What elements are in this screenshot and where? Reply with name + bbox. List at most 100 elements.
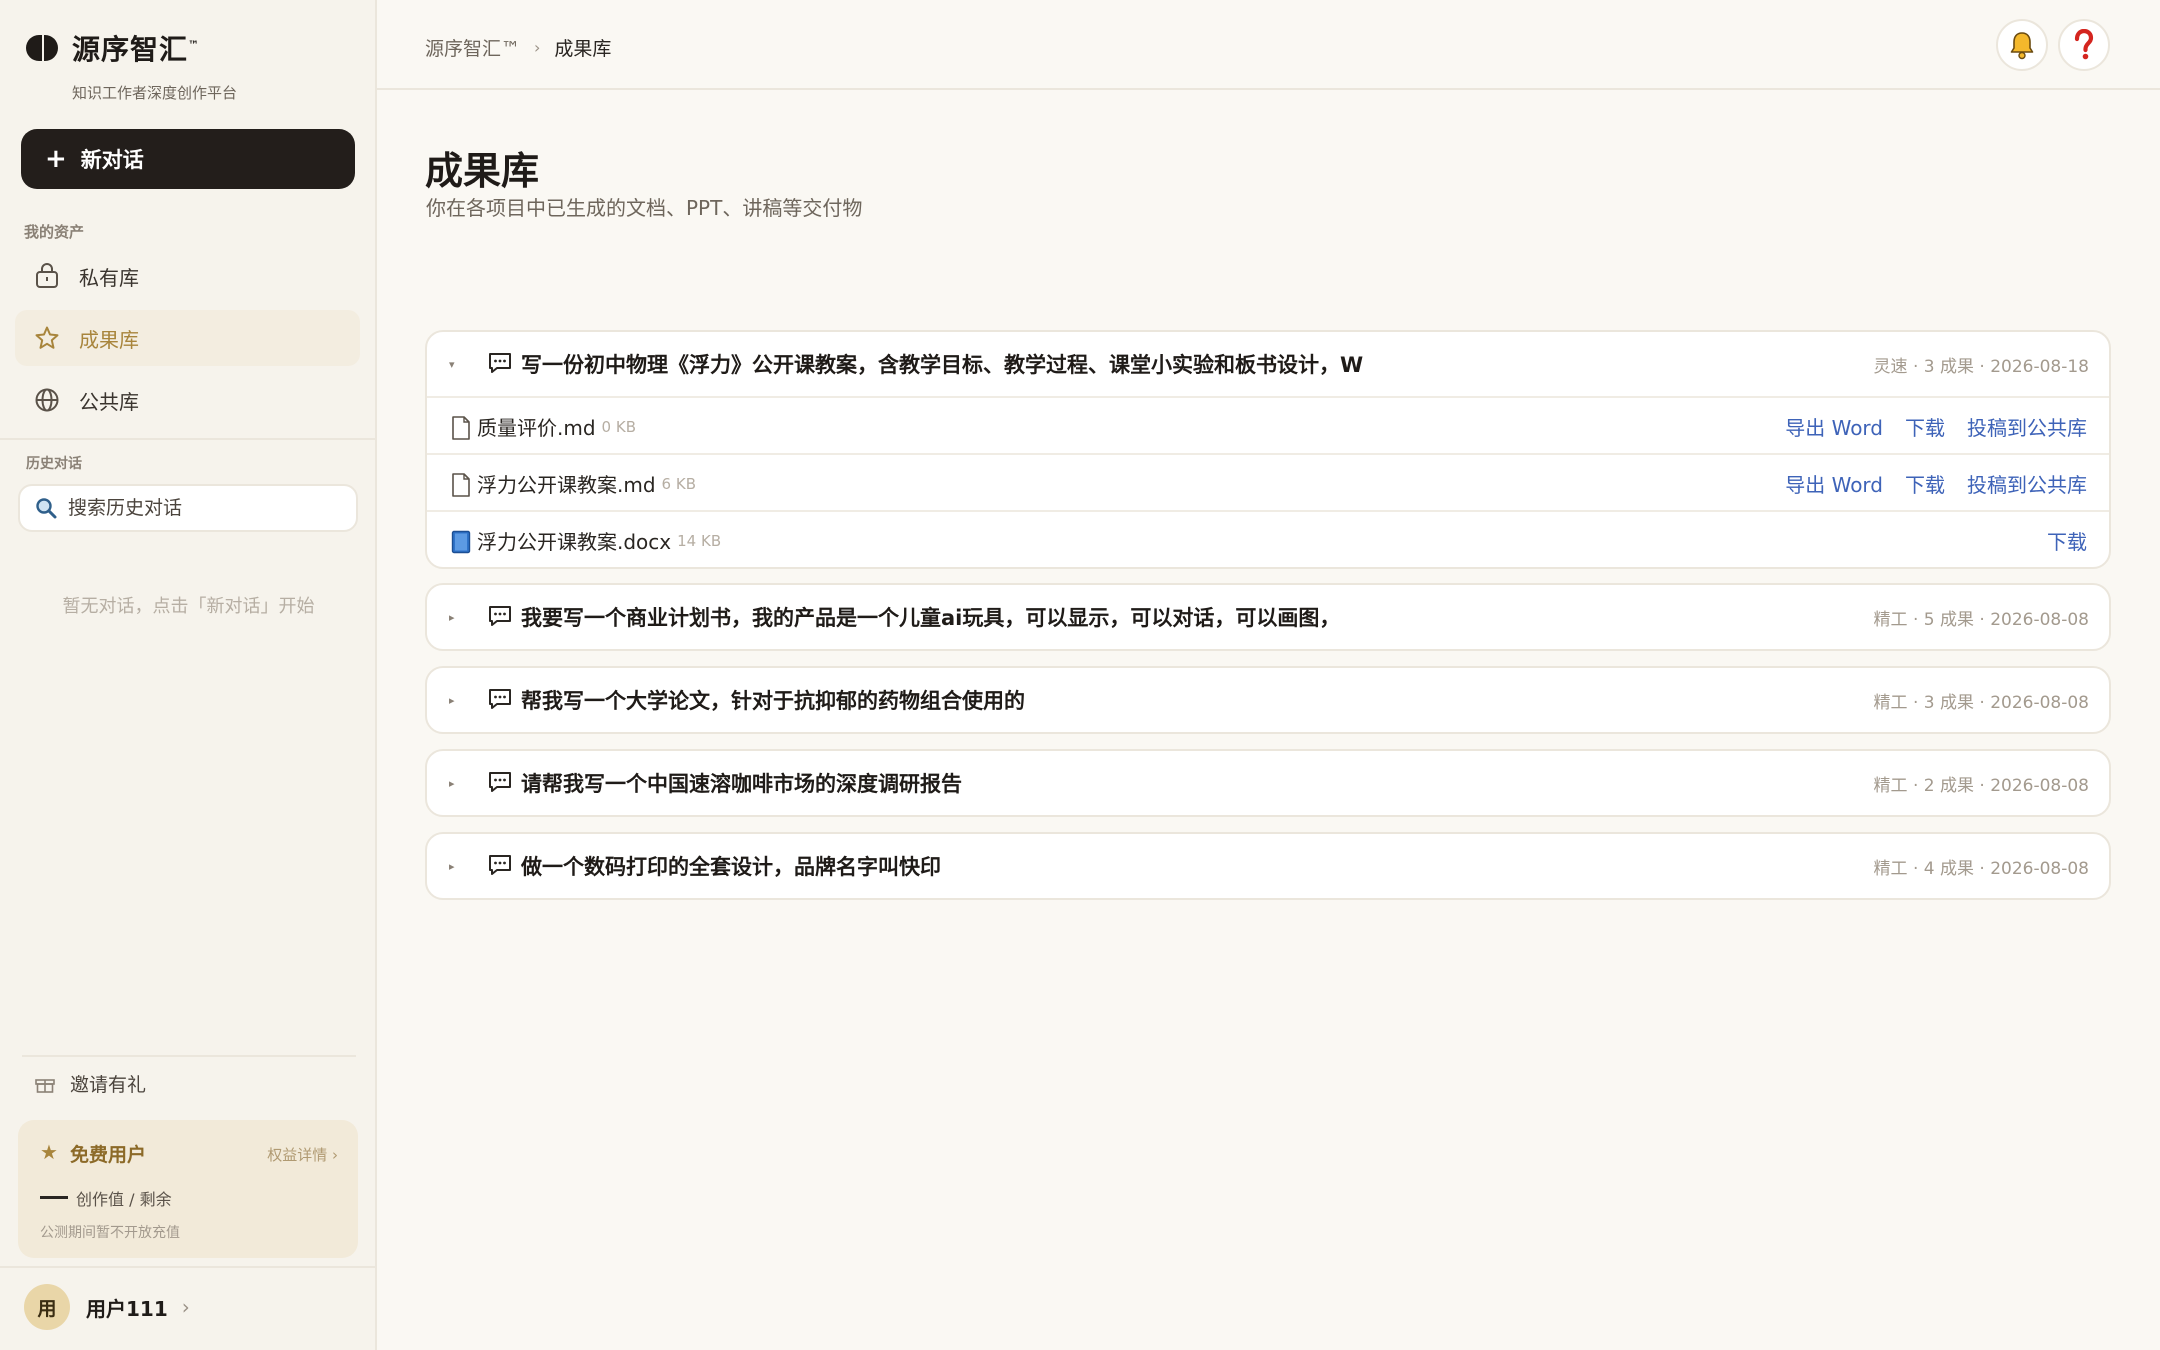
breadcrumb: 源序智汇™ › 成果库: [425, 34, 611, 61]
plan-star-icon: ★: [40, 1140, 58, 1164]
file-size: 14 KB: [677, 531, 722, 550]
export-word-link[interactable]: 导出 Word: [1785, 469, 1883, 498]
word-document-icon: [451, 530, 471, 554]
star-icon: [33, 324, 61, 352]
project-card: ▸ 我要写一个商业计划书，我的产品是一个儿童ai玩具，可以显示，可以对话，可以画…: [425, 583, 2111, 651]
breadcrumb-separator: ›: [534, 38, 541, 57]
project-header[interactable]: ▸ 做一个数码打印的全套设计，品牌名字叫快印 精工 · 4 成果 · 2026-…: [427, 834, 2109, 898]
plan-details-link[interactable]: 权益详情 ›: [267, 1144, 338, 1165]
project-meta: 灵速 · 3 成果 · 2026-08-18: [1873, 356, 2089, 377]
expand-toggle-icon[interactable]: ▸: [449, 834, 455, 898]
invite-button[interactable]: 邀请有礼: [34, 1070, 146, 1097]
project-meta: 精工 · 5 成果 · 2026-08-08: [1873, 609, 2089, 630]
user-name: 用户111: [86, 1296, 168, 1321]
document-icon: [451, 473, 471, 497]
bell-icon: [2008, 30, 2036, 60]
history-search-input[interactable]: [68, 497, 338, 519]
expand-toggle-icon[interactable]: ▸: [449, 668, 455, 732]
breadcrumb-current: 成果库: [554, 38, 612, 60]
user-profile-button[interactable]: 用 用户111 ›: [24, 1284, 190, 1330]
project-card: ▸ 做一个数码打印的全套设计，品牌名字叫快印 精工 · 4 成果 · 2026-…: [425, 832, 2111, 900]
notifications-button[interactable]: [1996, 19, 2048, 71]
lock-icon: [33, 262, 61, 290]
plan-credit-label: 创作值 / 剩余: [76, 1190, 172, 1209]
breadcrumb-home[interactable]: 源序智汇™: [425, 34, 520, 61]
question-mark-icon: [2072, 29, 2096, 61]
sidebar-item-label: 公共库: [79, 389, 139, 414]
project-header[interactable]: ▸ 我要写一个商业计划书，我的产品是一个儿童ai玩具，可以显示，可以对话，可以画…: [427, 585, 2109, 649]
project-card: ▸ 请帮我写一个中国速溶咖啡市场的深度调研报告 精工 · 2 成果 · 2026…: [425, 749, 2111, 817]
project-card: ▸ 帮我写一个大学论文，针对于抗抑郁的药物组合使用的 精工 · 3 成果 · 2…: [425, 666, 2111, 734]
chevron-right-icon: ›: [181, 1295, 190, 1319]
brand-subtitle: 知识工作者深度创作平台: [72, 84, 238, 102]
project-meta: 精工 · 2 成果 · 2026-08-08: [1873, 775, 2089, 796]
project-header[interactable]: ▾ 写一份初中物理《浮力》公开课教案，含教学目标、教学过程、课堂小实验和板书设计…: [427, 332, 2109, 396]
project-meta: 精工 · 3 成果 · 2026-08-08: [1873, 692, 2089, 713]
project-meta: 精工 · 4 成果 · 2026-08-08: [1873, 858, 2089, 879]
sidebar-item-label: 私有库: [79, 265, 139, 290]
submit-public-link[interactable]: 投稿到公共库: [1967, 469, 2087, 498]
file-size: 6 KB: [661, 474, 696, 493]
project-card: ▾ 写一份初中物理《浮力》公开课教案，含教学目标、教学过程、课堂小实验和板书设计…: [425, 330, 2111, 569]
search-icon: [34, 496, 58, 520]
invite-label: 邀请有礼: [70, 1074, 147, 1096]
assets-section-title: 我的资产: [24, 223, 85, 241]
project-header[interactable]: ▸ 帮我写一个大学论文，针对于抗抑郁的药物组合使用的 精工 · 3 成果 · 2…: [427, 668, 2109, 732]
user-divider: [0, 1266, 377, 1268]
submit-public-link[interactable]: 投稿到公共库: [1967, 412, 2087, 441]
project-title: 我要写一个商业计划书，我的产品是一个儿童ai玩具，可以显示，可以对话，可以画图，: [521, 606, 1341, 630]
project-title: 做一个数码打印的全套设计，品牌名字叫快印: [521, 855, 941, 879]
plan-card: ★ 免费用户 权益详情 › 创作值 / 剩余 公测期间暂不开放充值: [18, 1120, 358, 1258]
page-subtitle: 你在各项目中已生成的文档、PPT、讲稿等交付物: [426, 196, 863, 220]
brand[interactable]: 源序智汇™: [26, 28, 200, 68]
avatar: 用: [24, 1284, 70, 1330]
file-size: 0 KB: [601, 417, 636, 436]
chat-bubble-icon: [487, 687, 513, 711]
export-word-link[interactable]: 导出 Word: [1785, 412, 1883, 441]
download-link[interactable]: 下载: [2047, 526, 2087, 555]
plan-note: 公测期间暂不开放充值: [40, 1225, 180, 1241]
plan-name: 免费用户: [70, 1144, 147, 1166]
file-actions: 下载: [2025, 512, 2087, 567]
history-section-title: 历史对话: [26, 456, 82, 472]
brand-name: 源序智汇™: [72, 33, 201, 66]
brand-logo-icon: [26, 35, 58, 61]
globe-icon: [33, 386, 61, 414]
expand-toggle-icon[interactable]: ▸: [449, 751, 455, 815]
plus-icon: +: [45, 144, 67, 174]
chat-bubble-icon: [487, 351, 513, 375]
plan-credit-dash: [40, 1196, 68, 1199]
history-search-box[interactable]: [18, 484, 358, 532]
sidebar-item-private-library[interactable]: 私有库: [15, 248, 360, 304]
file-actions: 导出 Word 下载 投稿到公共库: [1763, 455, 2087, 512]
collapse-toggle-icon[interactable]: ▾: [449, 332, 455, 396]
gift-icon: [34, 1074, 56, 1094]
sidebar-item-public-library[interactable]: 公共库: [15, 372, 360, 428]
chat-bubble-icon: [487, 604, 513, 628]
invite-divider: [22, 1055, 356, 1057]
project-title: 请帮我写一个中国速溶咖啡市场的深度调研报告: [521, 772, 962, 796]
document-icon: [451, 416, 471, 440]
file-row: 质量评价.md 0 KB 导出 Word 下载 投稿到公共库: [427, 396, 2109, 453]
file-row: 浮力公开课教案.md 6 KB 导出 Word 下载 投稿到公共库: [427, 453, 2109, 510]
sidebar: 源序智汇™ 知识工作者深度创作平台 + 新对话 我的资产 私有库 成果库 公共库…: [0, 0, 377, 1350]
new-chat-button[interactable]: + 新对话: [21, 129, 355, 189]
sidebar-item-results-library[interactable]: 成果库: [15, 310, 360, 366]
chat-bubble-icon: [487, 770, 513, 794]
sidebar-divider: [0, 438, 377, 440]
expand-toggle-icon[interactable]: ▸: [449, 585, 455, 649]
project-title: 写一份初中物理《浮力》公开课教案，含教学目标、教学过程、课堂小实验和板书设计，W: [521, 353, 1364, 377]
history-empty-hint: 暂无对话，点击「新对话」开始: [62, 596, 315, 617]
chat-bubble-icon: [487, 853, 513, 877]
file-name: 浮力公开课教案.md 6 KB: [477, 473, 696, 497]
download-link[interactable]: 下载: [1905, 469, 1945, 498]
file-row: 浮力公开课教案.docx 14 KB 下载: [427, 510, 2109, 567]
project-title: 帮我写一个大学论文，针对于抗抑郁的药物组合使用的: [521, 689, 1025, 713]
help-button[interactable]: [2058, 19, 2110, 71]
project-header[interactable]: ▸ 请帮我写一个中国速溶咖啡市场的深度调研报告 精工 · 2 成果 · 2026…: [427, 751, 2109, 815]
page-title: 成果库: [425, 149, 540, 193]
download-link[interactable]: 下载: [1905, 412, 1945, 441]
file-name: 质量评价.md 0 KB: [477, 416, 636, 440]
file-name: 浮力公开课教案.docx 14 KB: [477, 530, 722, 554]
topbar: 源序智汇™ › 成果库: [377, 0, 2160, 90]
